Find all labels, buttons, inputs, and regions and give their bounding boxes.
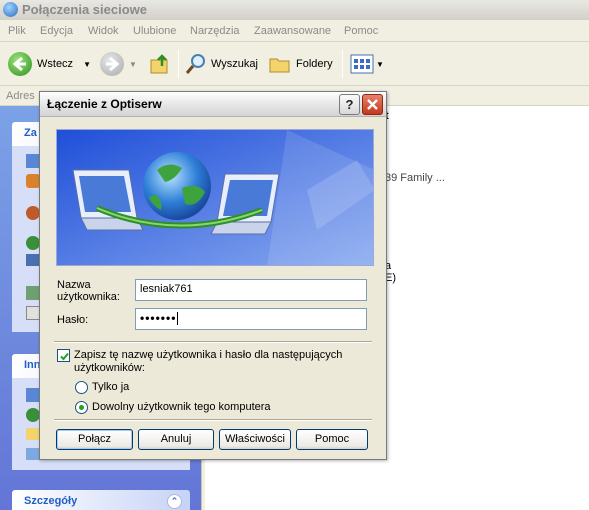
menu-edycja[interactable]: Edycja: [40, 25, 73, 37]
toolbar: Wstecz ▼ ▼ Wyszukaj Foldery ▼: [0, 42, 589, 86]
divider: [54, 341, 372, 343]
connect-button[interactable]: Połącz: [56, 429, 133, 450]
up-folder-icon: [150, 54, 168, 74]
back-button[interactable]: Wstecz ▼: [8, 51, 91, 77]
close-button[interactable]: [362, 94, 383, 115]
close-icon: [367, 99, 378, 110]
question-icon: ?: [345, 97, 354, 112]
place-icon[interactable]: [26, 448, 40, 460]
repair-task-icon[interactable]: [26, 286, 40, 300]
radio-anyone-label[interactable]: Dowolny użytkownik tego komputera: [92, 401, 271, 413]
menu-pomoc[interactable]: Pomoc: [344, 25, 378, 37]
forward-arrow-icon: [100, 52, 124, 76]
menu-plik[interactable]: Plik: [8, 25, 26, 37]
globe-task-icon[interactable]: [26, 236, 40, 250]
dialog-title-bar[interactable]: Łączenie z Optiserw ?: [40, 92, 386, 117]
details-section-title: Szczegóły: [24, 495, 78, 507]
settings-task-icon[interactable]: [26, 306, 40, 320]
password-label: Hasło:: [57, 314, 89, 326]
dialog-title: Łączenie z Optiserw: [47, 97, 162, 111]
back-arrow-icon: [8, 52, 32, 76]
views-dropdown-icon[interactable]: ▼: [376, 60, 384, 69]
window-title: Połączenia sieciowe: [22, 2, 148, 17]
password-value: •••••••: [140, 311, 177, 325]
window-title-bar: Połączenia sieciowe: [0, 0, 589, 20]
toolbar-separator: [178, 50, 179, 78]
views-button[interactable]: ▼: [350, 51, 384, 77]
folders-icon: [269, 58, 290, 73]
save-credentials-label[interactable]: Zapisz tę nazwę użytkownika i hasło dla …: [74, 349, 374, 375]
collapse-chevron-icon[interactable]: ⌃: [167, 494, 182, 509]
details-section-header[interactable]: Szczegóły ⌃: [12, 490, 190, 510]
text-caret: [177, 312, 179, 326]
folder-icon[interactable]: [26, 428, 40, 440]
password-field[interactable]: •••••••: [135, 308, 367, 330]
help-title-button[interactable]: ?: [339, 94, 360, 115]
toolbar-separator: [342, 50, 343, 78]
menu-widok[interactable]: Widok: [88, 25, 119, 37]
network-connections-icon: [3, 2, 18, 17]
menu-bar: Plik Edycja Widok Ulubione Narzędzia Zaa…: [0, 20, 589, 42]
folders-label: Foldery: [296, 58, 333, 70]
network-task-icon[interactable]: [26, 154, 40, 168]
save-credentials-checkbox[interactable]: [57, 349, 70, 362]
forward-dropdown-icon[interactable]: ▼: [129, 60, 137, 69]
place-icon[interactable]: [26, 388, 40, 402]
computer-task-icon[interactable]: [26, 254, 40, 266]
help-button[interactable]: Pomoc: [296, 429, 368, 450]
radio-anyone[interactable]: [75, 401, 88, 414]
up-folder-button[interactable]: [148, 51, 172, 77]
username-field[interactable]: lesniak761: [135, 279, 367, 301]
menu-narzedzia[interactable]: Narzędzia: [190, 25, 240, 37]
connect-dialog: Łączenie z Optiserw ? Nazwa użytkownika:…: [39, 91, 387, 460]
divider: [54, 419, 372, 421]
back-dropdown-icon[interactable]: ▼: [83, 60, 91, 69]
checkmark-icon: [60, 352, 69, 361]
address-label: Adres: [6, 90, 35, 102]
search-button[interactable]: Wyszukaj: [184, 51, 258, 77]
list-fragment: 39 Family ...: [385, 172, 445, 184]
cancel-button[interactable]: Anuluj: [138, 429, 214, 450]
radio-only-me[interactable]: [75, 381, 88, 394]
radio-selected-dot: [79, 405, 84, 410]
radio-only-me-label[interactable]: Tylko ja: [92, 381, 129, 393]
username-value: lesniak761: [140, 283, 193, 295]
setup-task-icon[interactable]: [26, 174, 40, 188]
properties-button[interactable]: Właściwości: [219, 429, 291, 450]
folders-button[interactable]: Foldery: [268, 51, 333, 77]
place-icon[interactable]: [26, 408, 40, 422]
search-label: Wyszukaj: [211, 58, 258, 70]
task-section-title: Za: [24, 127, 37, 139]
username-label: Nazwa użytkownika:: [57, 279, 120, 303]
search-icon: [185, 54, 205, 74]
views-icon: [350, 54, 374, 74]
menu-zaawansowane[interactable]: Zaawansowane: [254, 25, 331, 37]
menu-ulubione[interactable]: Ulubione: [133, 25, 176, 37]
forward-button[interactable]: ▼: [100, 51, 137, 77]
connection-banner-image: [56, 129, 374, 266]
connection-task-icon[interactable]: [26, 206, 40, 220]
back-label: Wstecz: [37, 58, 74, 70]
